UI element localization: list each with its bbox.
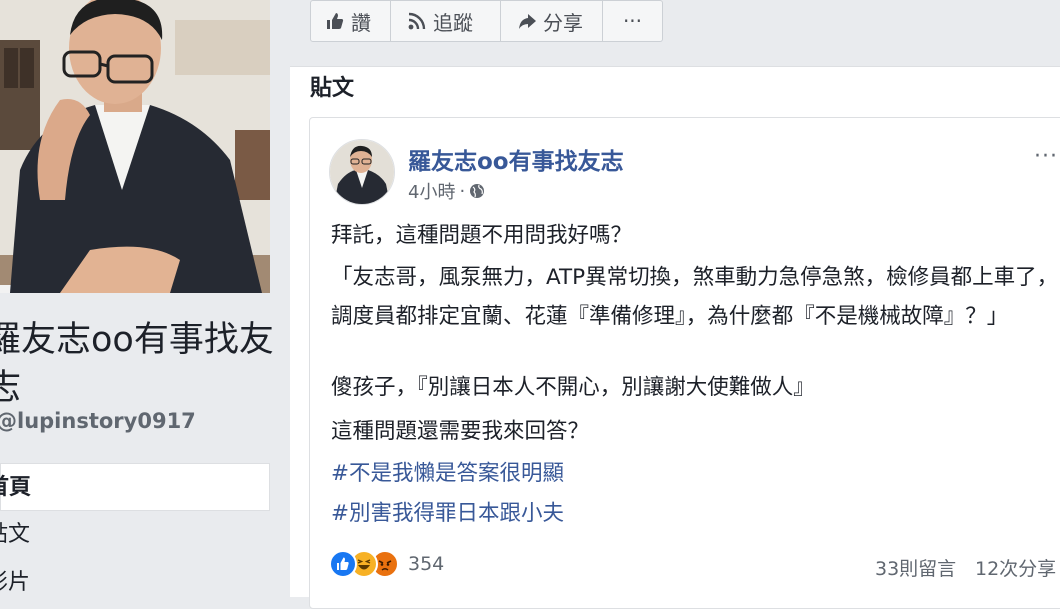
post-meta: 4小時 · — [408, 178, 485, 204]
reactions-count: 354 — [408, 553, 445, 575]
hashtag-link[interactable]: #別害我得罪日本跟小夫 — [331, 496, 564, 527]
nav-item-label: 影片 — [0, 570, 31, 595]
nav-item-posts[interactable]: 貼文 — [0, 511, 270, 559]
comments-count-link[interactable]: 33則留言 — [875, 554, 956, 581]
globe-icon — [470, 184, 485, 198]
shares-count-link[interactable]: 12次分享 — [975, 554, 1056, 581]
nav-item-label: 貼文 — [0, 522, 31, 547]
post-options-icon[interactable]: ··· — [1034, 144, 1058, 169]
post-paragraph: 「友志哥，風泵無力，ATP異常切換，煞車動力急停急煞，檢修員都上車了，調度員都排… — [331, 265, 1059, 329]
post-paragraph: 傻孩子，『別讓日本人不開心，別讓謝大使難做人』 — [331, 375, 815, 400]
post-paragraph: 這種問題還需要我來回答？ — [331, 419, 590, 444]
left-sidebar: 羅友志oo有事找友志 @lupinstory0917 首頁 貼文 影片 — [0, 0, 290, 596]
hashtag-link[interactable]: #不是我懶是答案很明顯 — [331, 456, 564, 487]
more-options-icon: ··· — [622, 9, 643, 33]
share-label: 分享 — [543, 10, 583, 35]
profile-photo-illustration — [0, 0, 270, 293]
page-action-bar: 讚 追蹤 分享 ··· — [310, 0, 663, 44]
follow-label: 追蹤 — [433, 10, 473, 35]
page-name: 羅友志oo有事找友志 — [0, 320, 274, 408]
author-avatar[interactable] — [329, 139, 395, 205]
posts-section: 貼文 羅友志oo有事找友志 4小時 · ··· 拜託，這種問題不用問我好嗎？ 「… — [290, 66, 1060, 609]
avatar-illustration — [330, 140, 394, 204]
post-card: 羅友志oo有事找友志 4小時 · ··· 拜託，這種問題不用問我好嗎？ 「友志哥… — [309, 117, 1060, 609]
post-paragraph: 拜託，這種問題不用問我好嗎？ — [331, 223, 633, 248]
page-navigation: 首頁 貼文 影片 — [0, 463, 270, 607]
post-author-name[interactable]: 羅友志oo有事找友志 — [408, 142, 624, 176]
nav-item-home[interactable]: 首頁 — [0, 463, 270, 511]
rss-icon — [408, 12, 426, 30]
thumbs-up-icon — [327, 13, 344, 29]
meta-separator: · — [459, 180, 466, 202]
like-label: 讚 — [351, 10, 371, 35]
share-button[interactable]: 分享 — [501, 0, 603, 42]
like-button[interactable]: 讚 — [310, 0, 391, 42]
like-reaction-glyph — [337, 557, 349, 570]
more-options-button[interactable]: ··· — [603, 0, 663, 42]
profile-picture[interactable] — [0, 0, 270, 293]
reactions-summary[interactable]: 354 — [329, 550, 444, 578]
posts-heading: 貼文 — [310, 76, 355, 101]
post-timestamp[interactable]: 4小時 — [408, 178, 455, 204]
nav-item-label: 首頁 — [0, 475, 32, 500]
like-reaction-icon — [329, 550, 357, 578]
nav-item-videos[interactable]: 影片 — [0, 559, 270, 607]
follow-button[interactable]: 追蹤 — [391, 0, 501, 42]
page-handle: @lupinstory0917 — [0, 409, 196, 433]
share-arrow-icon — [519, 14, 536, 29]
